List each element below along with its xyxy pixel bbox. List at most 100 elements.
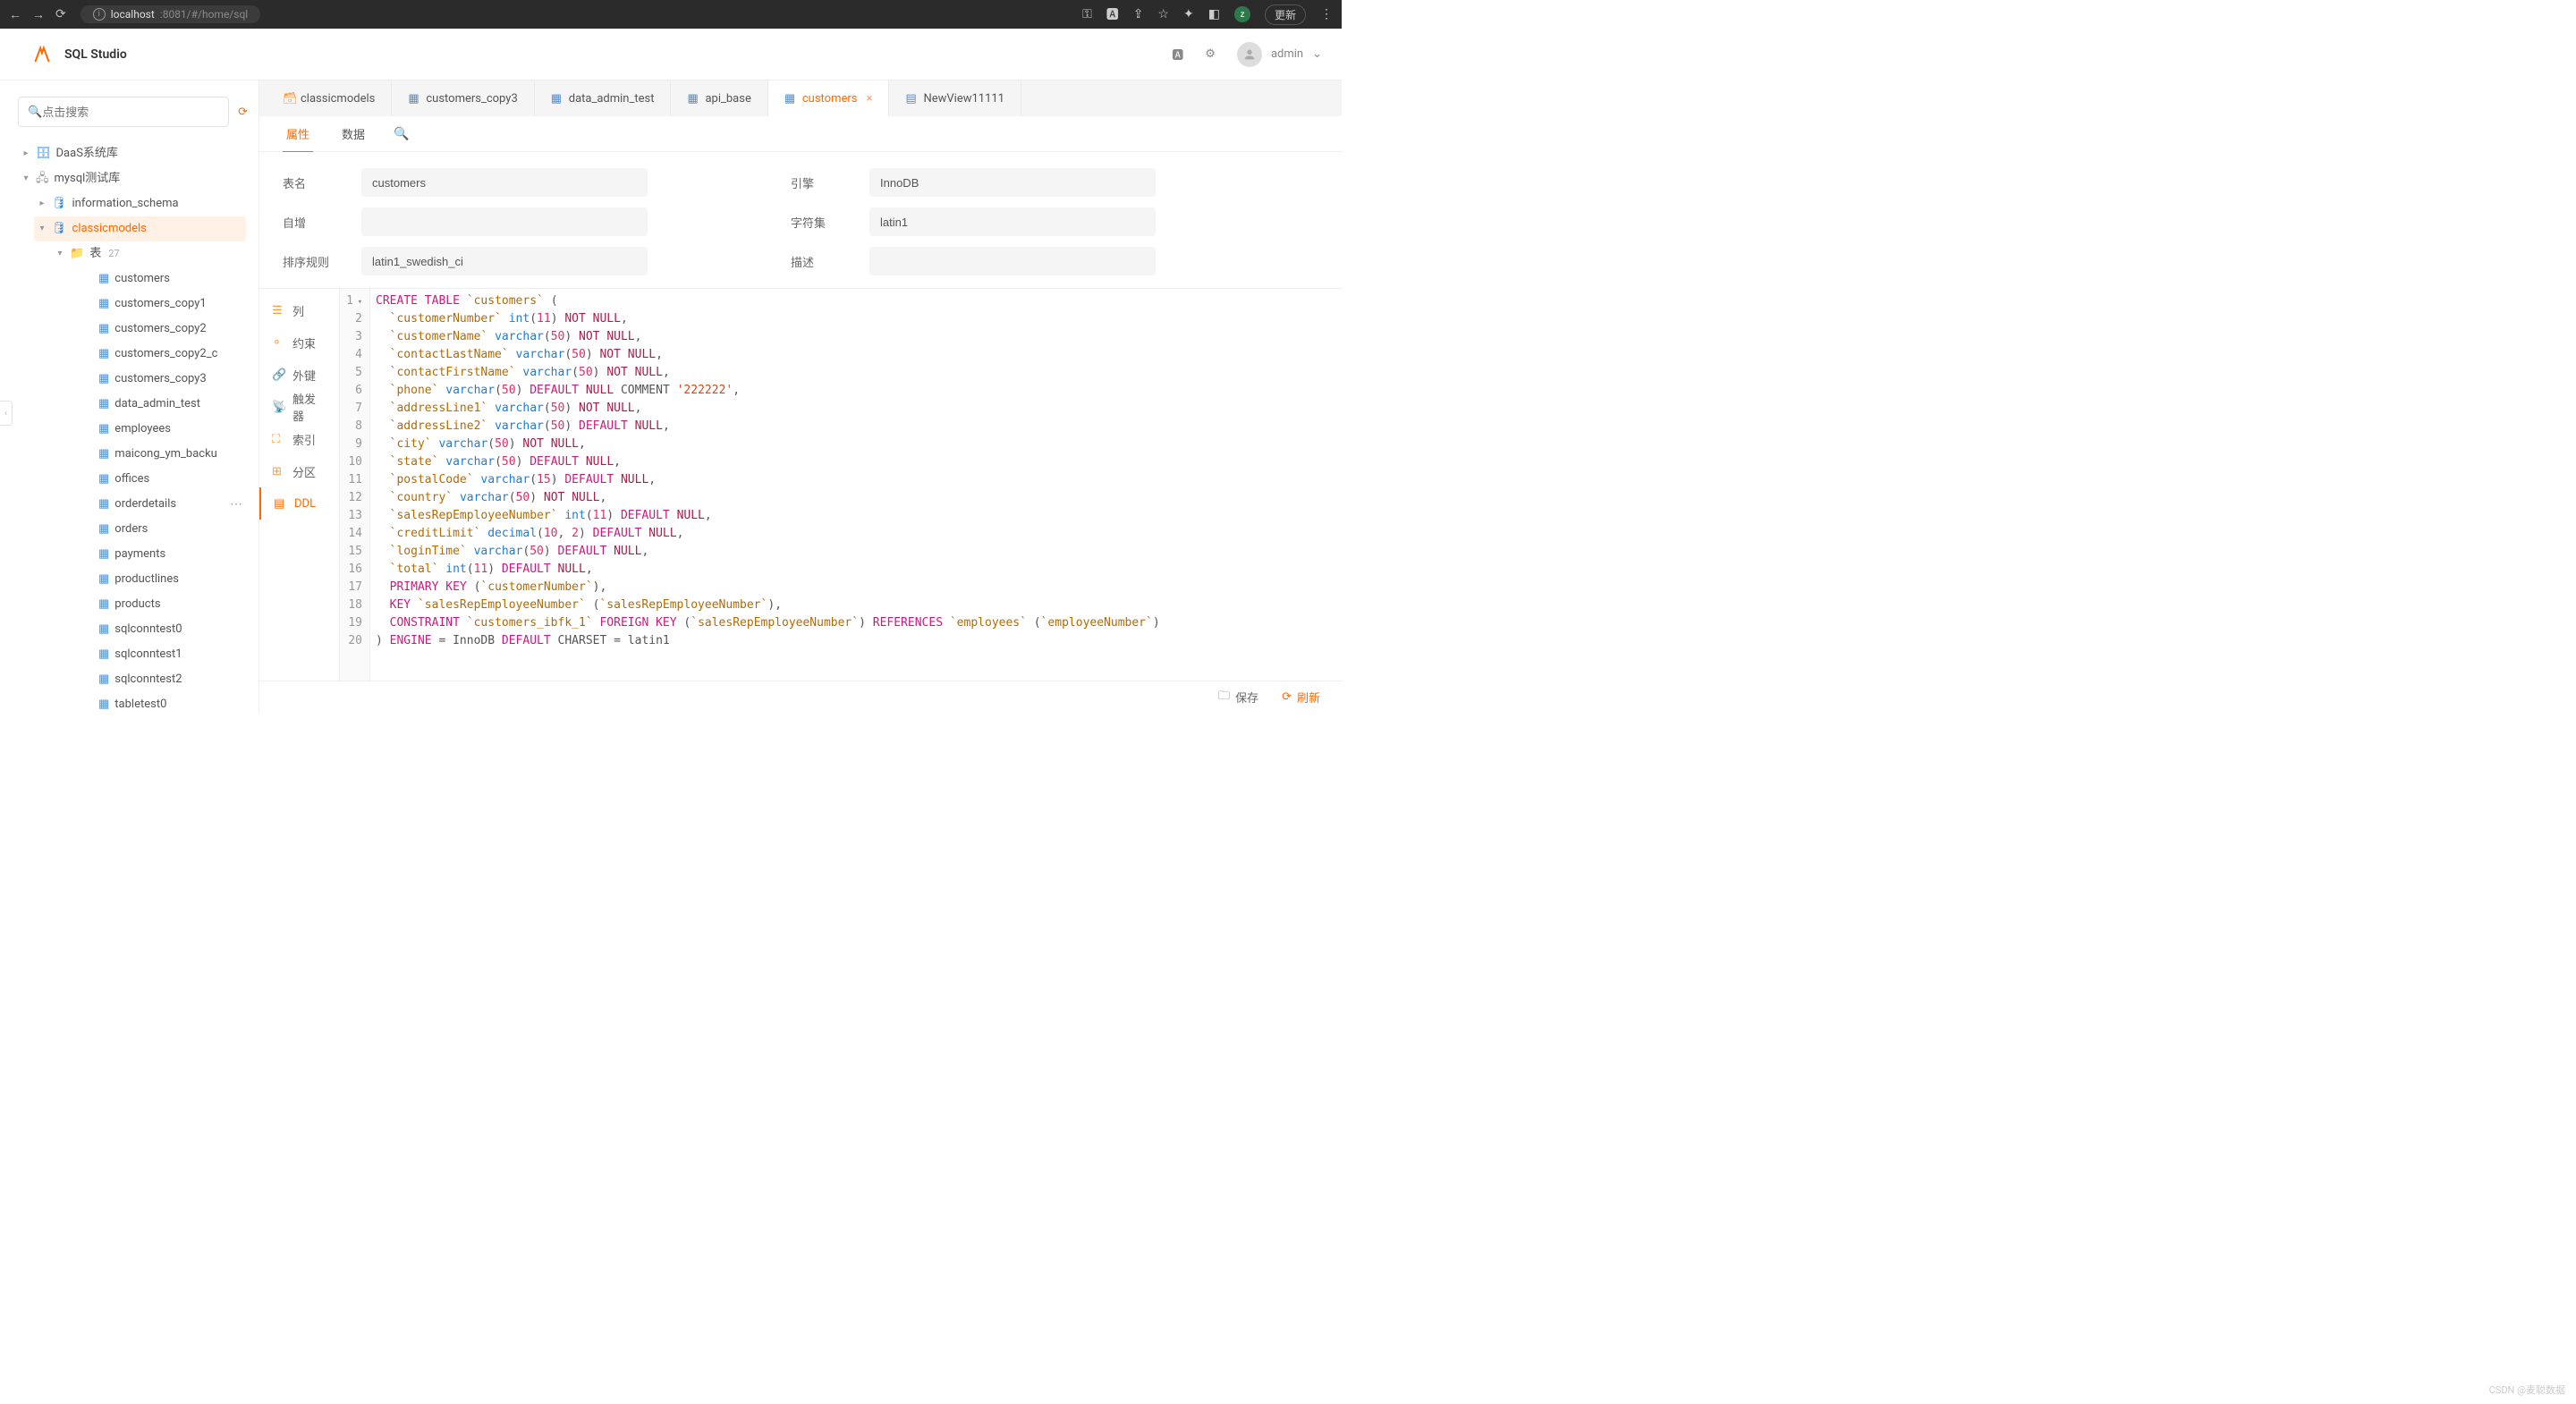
tree-table-item[interactable]: ▦customers⋯ [95, 266, 246, 292]
settings-icon[interactable]: ⚙ [1205, 47, 1216, 61]
table-icon: ▦ [98, 543, 109, 566]
table-icon: ▦ [784, 92, 797, 105]
back-icon[interactable]: ← [9, 7, 21, 22]
vtab-外键[interactable]: 🔗外键 [259, 359, 339, 391]
refresh-button[interactable]: ⟳刷新 [1282, 689, 1320, 706]
sidebar-collapse[interactable]: ‹ [0, 401, 13, 426]
sidebar: 🔍 ⟳ ▸🗄DaaS系统库 ▾🖧mysql测试库 ▸🛢information_s… [0, 80, 259, 713]
extensions-icon[interactable]: ✦ [1183, 7, 1194, 21]
vtab-触发器[interactable]: 📡触发器 [259, 391, 339, 423]
tree-refresh-icon[interactable]: ⟳ [238, 106, 248, 119]
expand-icon[interactable]: ▸ [21, 142, 30, 165]
tab-customers_copy3[interactable]: ▦customers_copy3 [392, 80, 534, 116]
tree-table-item[interactable]: ▦customers_copy2⋯ [95, 317, 246, 342]
address-bar[interactable]: i localhost:8081/#/home/sql [80, 5, 260, 23]
input-table-name[interactable] [361, 168, 648, 197]
update-button[interactable]: 更新 [1265, 4, 1306, 25]
input-desc[interactable] [869, 247, 1156, 275]
lang-icon[interactable]: 🅰 [1172, 46, 1183, 63]
star-icon[interactable]: ☆ [1157, 7, 1169, 21]
ddl-editor[interactable]: 1▾234567891011121314151617181920 CREATE … [340, 289, 1342, 681]
key-icon[interactable]: ⚿ [1082, 7, 1092, 21]
tab-data_admin_test[interactable]: ▦data_admin_test [535, 80, 672, 116]
reload-icon[interactable]: ⟳ [55, 7, 66, 21]
vtab-约束[interactable]: ⚬约束 [259, 326, 339, 359]
expand-icon[interactable]: ▸ [38, 192, 47, 216]
collapse-icon[interactable]: ▾ [38, 217, 47, 241]
user-menu[interactable]: admin ⌄ [1237, 42, 1322, 67]
vtab-icon: 🔗 [272, 368, 285, 382]
vtab-索引[interactable]: ⛶索引 [259, 423, 339, 455]
tree-table-item[interactable]: ▦customers_copy1⋯ [95, 292, 246, 317]
tree-table-item[interactable]: ▦payments⋯ [95, 542, 246, 567]
table-icon: ▦ [98, 518, 109, 541]
search-input[interactable] [42, 106, 219, 119]
label-charset: 字符集 [791, 214, 869, 231]
search-icon: 🔍 [28, 106, 42, 119]
vtab-DDL[interactable]: ▤DDL [259, 487, 339, 520]
editor-footer: 🗀保存 ⟳刷新 [259, 681, 1342, 713]
tree-table-item[interactable]: ▦customers_copy2_c⋯ [95, 342, 246, 367]
tree-table-item[interactable]: ▦maicong_ym_backu⋯ [95, 442, 246, 467]
vtab-分区[interactable]: ⊞分区 [259, 455, 339, 487]
tree-table-item[interactable]: ▦products⋯ [95, 592, 246, 617]
tree-table-item[interactable]: ▦tabletest0⋯ [95, 692, 246, 713]
tab-api_base[interactable]: ▦api_base [671, 80, 767, 116]
collapse-icon[interactable]: ▾ [21, 167, 30, 190]
subtab-search-icon[interactable]: 🔍 [394, 127, 409, 141]
tree-node-info-schema[interactable]: ▸🛢information_schema [34, 191, 246, 216]
tree-table-item[interactable]: ▦orderdetails⋯ [95, 492, 246, 517]
profile-avatar[interactable]: z [1234, 6, 1250, 22]
tree-table-item[interactable]: ▦employees⋯ [95, 417, 246, 442]
tree-table-item[interactable]: ▦productlines⋯ [95, 567, 246, 592]
tree-table-item[interactable]: ▦sqlconntest1⋯ [95, 642, 246, 667]
more-icon[interactable]: ⋯ [230, 493, 242, 516]
input-auto[interactable] [361, 207, 648, 236]
vtab-icon: ▤ [274, 497, 287, 511]
tree-table-item[interactable]: ▦sqlconntest0⋯ [95, 617, 246, 642]
tree-table-item[interactable]: ▦sqlconntest2⋯ [95, 667, 246, 692]
tab-classicmodels[interactable]: 🗃classicmodels [267, 80, 392, 116]
input-collation[interactable] [361, 247, 648, 275]
input-engine[interactable] [869, 168, 1156, 197]
forward-icon[interactable]: → [32, 7, 45, 22]
label-auto: 自增 [283, 214, 361, 231]
label-collation: 排序规则 [283, 253, 361, 270]
input-charset[interactable] [869, 207, 1156, 236]
table-icon: ▦ [98, 493, 109, 516]
tab-customers[interactable]: ▦customers× [768, 80, 890, 116]
vtab-icon: ⚬ [272, 336, 285, 350]
tree-table-item[interactable]: ▦offices⋯ [95, 467, 246, 492]
tree-table-item[interactable]: ▦data_admin_test⋯ [95, 392, 246, 417]
table-icon: ▦ [98, 668, 109, 691]
translate-icon[interactable]: 🅰 [1106, 5, 1119, 23]
tree-search[interactable]: 🔍 [18, 97, 229, 127]
app-logo-icon [32, 45, 52, 64]
save-button[interactable]: 🗀保存 [1218, 688, 1258, 707]
menu-icon[interactable]: ⋮ [1320, 7, 1333, 21]
table-icon: ▦ [98, 643, 109, 666]
close-icon[interactable]: × [866, 92, 872, 106]
share-icon[interactable]: ⇪ [1133, 7, 1144, 21]
tree-table-item[interactable]: ▦customers_copy3⋯ [95, 367, 246, 392]
site-info-icon[interactable]: i [93, 8, 106, 21]
tree-node-classicmodels[interactable]: ▾🛢classicmodels [34, 216, 246, 241]
label-engine: 引擎 [791, 174, 869, 191]
tree-node-mysql[interactable]: ▾🖧mysql测试库 [18, 166, 246, 191]
table-properties-form: 表名 引擎 自增 字符集 排序规则 描述 [259, 152, 1342, 289]
tree-node-tables[interactable]: ▾📁表27 [52, 241, 246, 266]
table-icon: ▦ [98, 593, 109, 616]
tree-table-item[interactable]: ▦orders⋯ [95, 517, 246, 542]
table-icon: ▦ [98, 292, 109, 316]
panel-icon[interactable]: ◧ [1208, 7, 1220, 21]
refresh-icon: ⟳ [1282, 690, 1292, 704]
vtab-列[interactable]: ☰列 [259, 294, 339, 326]
username: admin [1271, 47, 1303, 61]
tab-NewView11111[interactable]: ▤NewView11111 [889, 80, 1021, 116]
code-area[interactable]: CREATE TABLE `customers` ( `customerNumb… [370, 289, 1160, 681]
collapse-icon[interactable]: ▾ [55, 242, 64, 266]
view-icon: ▤ [905, 92, 918, 105]
tree-node-daas[interactable]: ▸🗄DaaS系统库 [18, 141, 246, 166]
subtab-attributes[interactable]: 属性 [283, 116, 313, 153]
subtab-data[interactable]: 数据 [338, 116, 369, 151]
